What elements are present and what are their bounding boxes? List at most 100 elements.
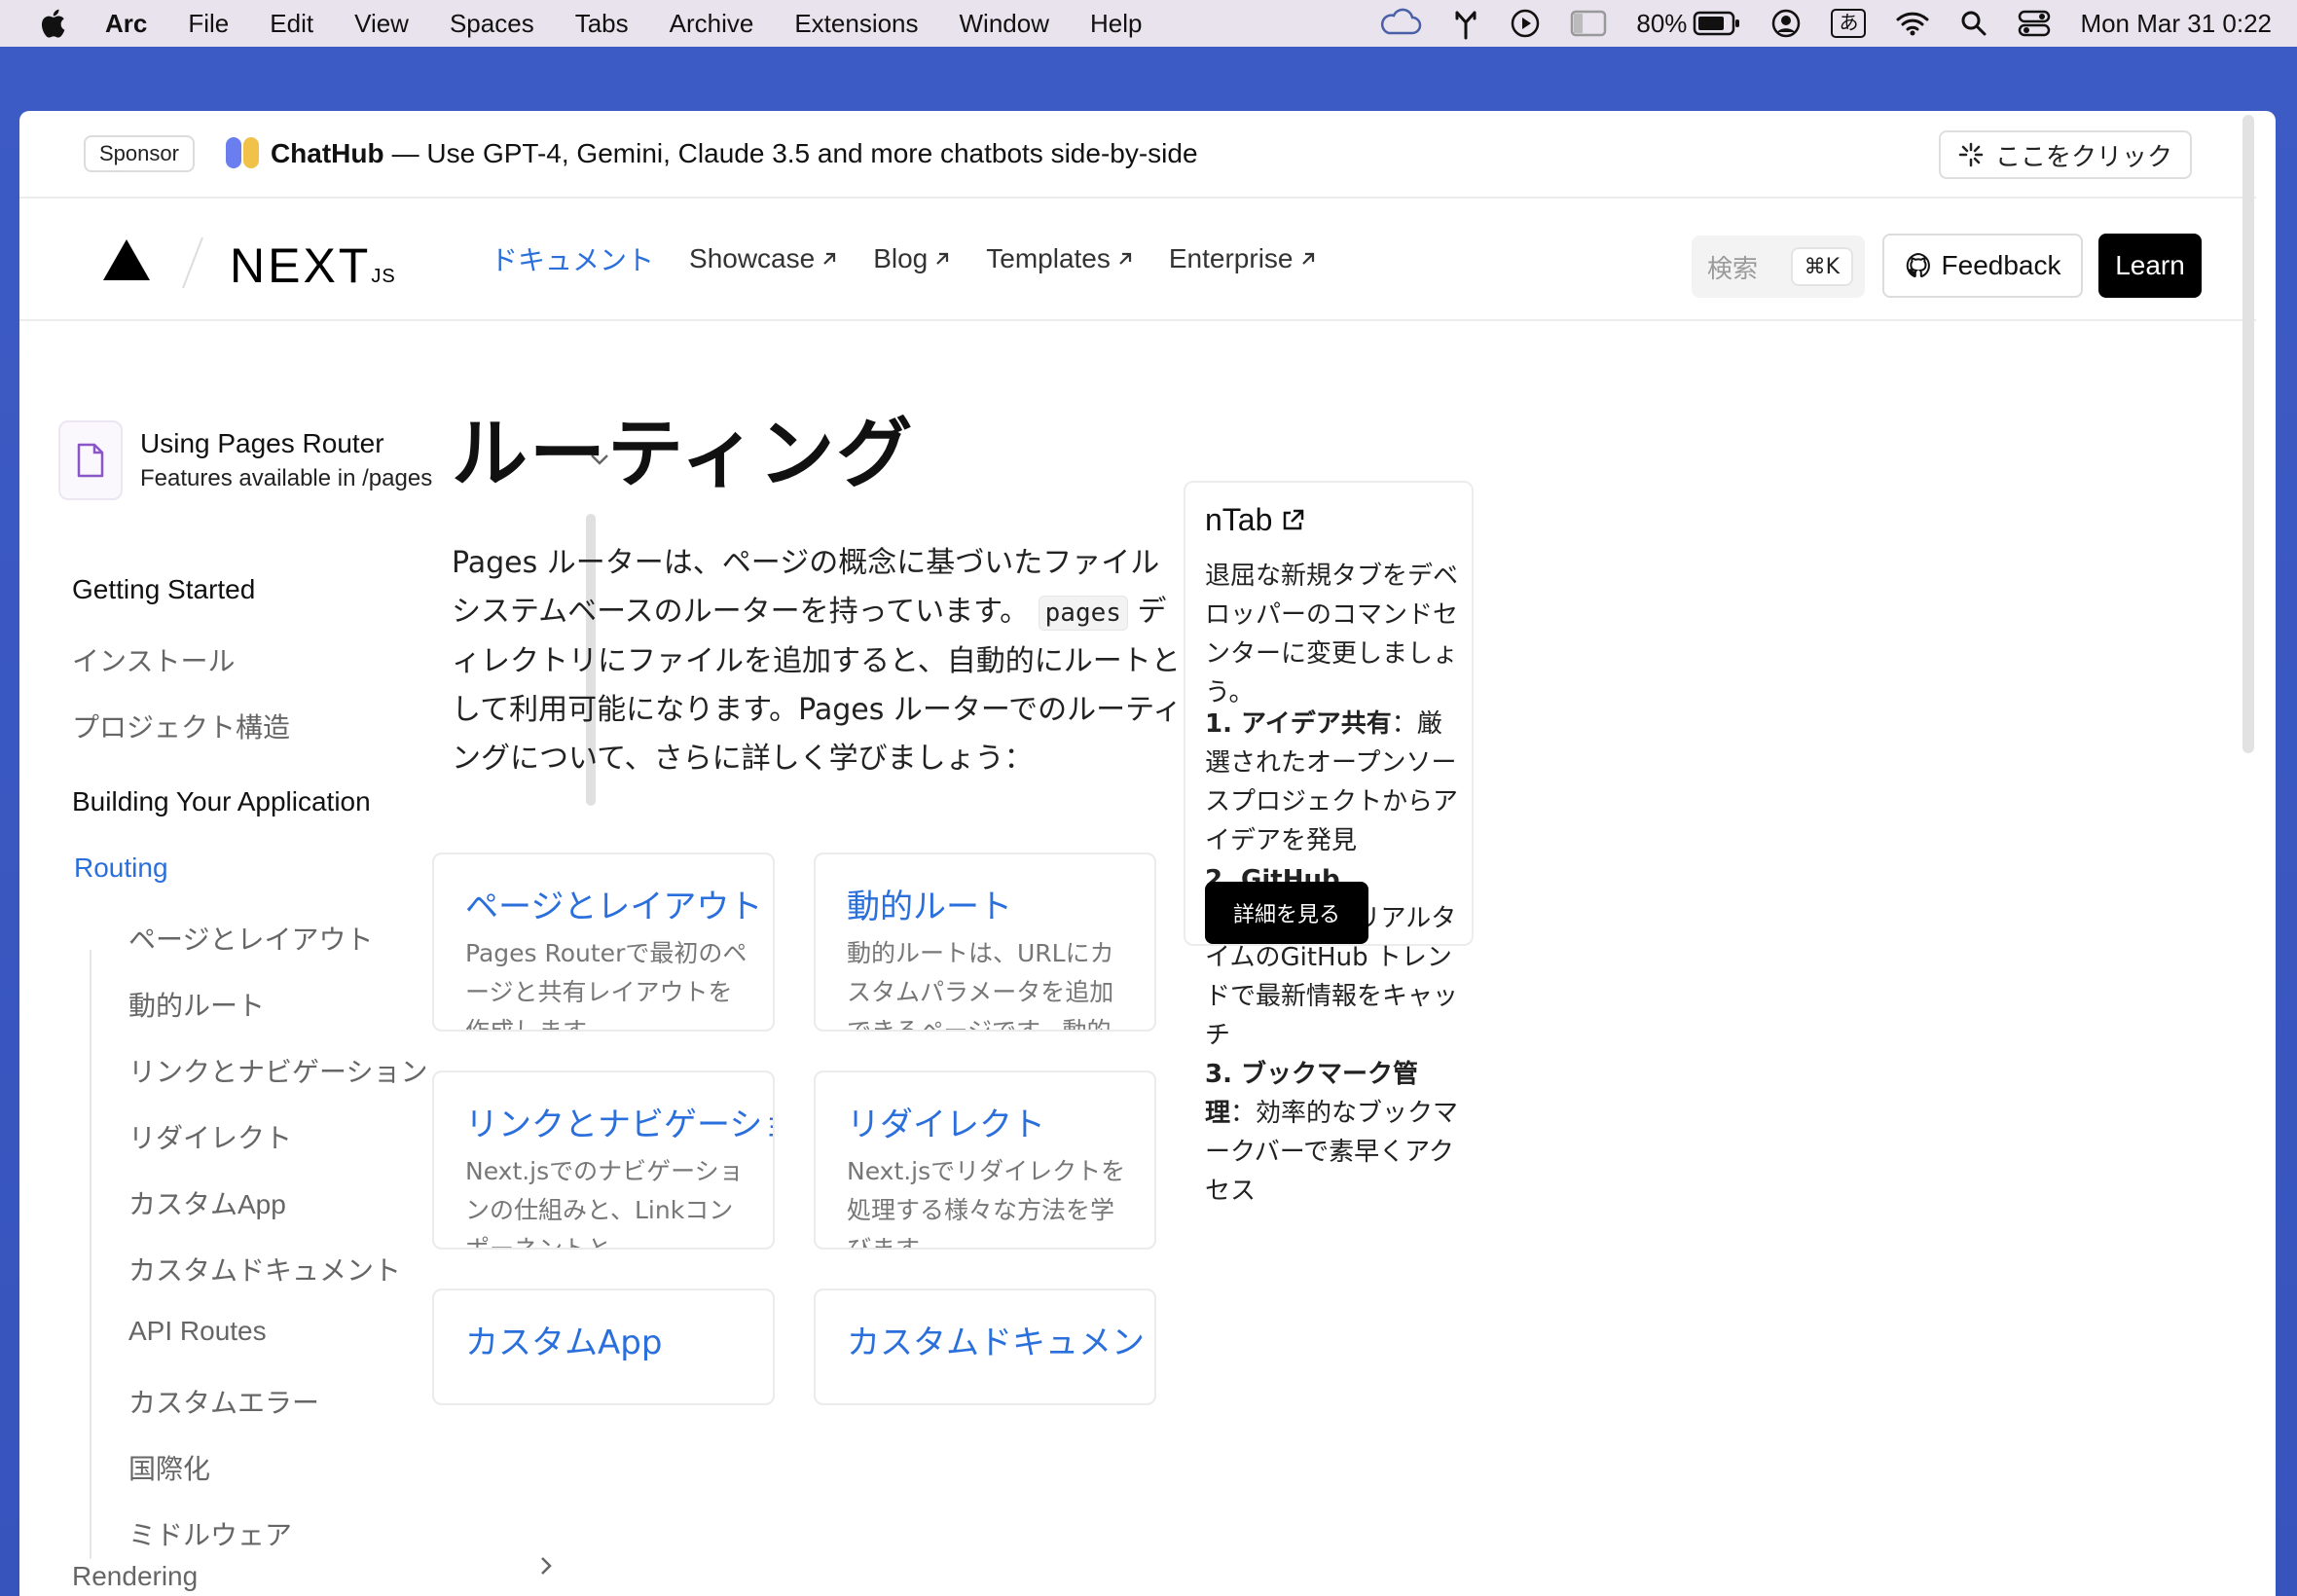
arc-window-frame: Sponsor ChatHub — Use GPT-4, Gemini, Cla…: [0, 47, 2297, 1596]
sidebar-subitem-linking[interactable]: リンクとナビゲーション: [128, 1051, 427, 1090]
nav-showcase-label: Showcase: [689, 243, 816, 273]
card-linking[interactable]: リンクとナビゲーション Next.jsでのナビゲーションの仕組みと、Linkコン…: [432, 1070, 775, 1250]
card-description: Next.jsでのナビゲーションの仕組みと、Linkコンポーネントと`useRo…: [465, 1157, 744, 1250]
search-input[interactable]: 検索 ⌘K: [1692, 236, 1865, 298]
nav-docs[interactable]: ドキュメント: [491, 239, 654, 278]
menu-edit[interactable]: Edit: [270, 9, 313, 39]
card-dynamic-routes[interactable]: 動的ルート 動的ルートは、URLにカスタムパラメータを追加できるページです。動的…: [814, 852, 1156, 1032]
chevron-right-icon[interactable]: [539, 1555, 553, 1577]
external-arrow-icon: [936, 252, 949, 265]
sidebar-subitem-redirects[interactable]: リダイレクト: [128, 1117, 292, 1156]
sidebar-subitem-custom-document[interactable]: カスタムドキュメント: [128, 1250, 401, 1288]
ntab-feature-list: 1. アイデア共有：厳選されたオープンソースプロジェクトからアイデアを発見 2.…: [1205, 705, 1460, 1211]
menu-help[interactable]: Help: [1090, 9, 1142, 39]
sidebar-subitem-api-routes[interactable]: API Routes: [128, 1316, 267, 1347]
nav-enterprise[interactable]: Enterprise: [1169, 239, 1317, 278]
menu-window[interactable]: Window: [960, 9, 1049, 39]
ntab-details-button[interactable]: 詳細を見る: [1205, 882, 1368, 944]
sidebar-section-getting-started[interactable]: Getting Started: [72, 574, 255, 605]
sidebar-item-install[interactable]: インストール: [72, 640, 235, 679]
sidebar-subitem-i18n[interactable]: 国際化: [128, 1448, 210, 1487]
nav-showcase[interactable]: Showcase: [689, 239, 838, 278]
sidebar-section-rendering[interactable]: Rendering: [72, 1561, 198, 1592]
cloud-icon[interactable]: [1379, 8, 1422, 39]
sidebar-section-building[interactable]: Building Your Application: [72, 786, 371, 817]
ntab-ad-title[interactable]: nTab: [1205, 502, 1305, 538]
sidebar-subitem-custom-error[interactable]: カスタムエラー: [128, 1382, 319, 1421]
sidebar-item-routing[interactable]: Routing: [74, 852, 168, 884]
nextjs-logo[interactable]: NEXTJS: [230, 237, 396, 294]
card-custom-app[interactable]: カスタムApp: [432, 1288, 775, 1405]
intro-paragraph: Pages ルーターは、ページの概念に基づいたファイルシステムベースのルーターを…: [452, 539, 1187, 783]
sidebar-toggle-icon[interactable]: [1570, 10, 1607, 37]
menu-arc[interactable]: Arc: [105, 9, 147, 39]
menu-tabs[interactable]: Tabs: [575, 9, 629, 39]
nav-docs-label: ドキュメント: [491, 245, 655, 275]
card-pages-layouts[interactable]: ページとレイアウト Pages Routerで最初のページと共有レイアウトを作成…: [432, 852, 775, 1032]
menu-spaces[interactable]: Spaces: [450, 9, 534, 39]
sidebar-subitem-pages-layouts[interactable]: ページとレイアウト: [128, 919, 373, 958]
sponsor-badge: Sponsor: [84, 135, 195, 172]
card-title: カスタムドキュメント: [847, 1324, 1156, 1362]
chathub-logo-icon: [225, 137, 259, 170]
sponsor-cta-button[interactable]: ここをクリック: [1938, 130, 2192, 179]
menu-file[interactable]: File: [188, 9, 229, 39]
feedback-label: Feedback: [1941, 250, 2061, 280]
sidebar-subitem-middleware[interactable]: ミドルウェア: [128, 1514, 292, 1553]
site-header: NEXTJS ドキュメント Showcase Blog Templates En…: [19, 200, 2256, 321]
menu-view[interactable]: View: [354, 9, 409, 39]
nav-templates-label: Templates: [986, 243, 1111, 273]
page-scrollbar[interactable]: [2242, 115, 2254, 753]
card-title: リンクとナビゲーション: [465, 1106, 773, 1144]
nextjs-logo-js: JS: [371, 266, 396, 287]
input-method-indicator[interactable]: あ: [1831, 9, 1867, 38]
sponsor-name[interactable]: ChatHub: [271, 138, 384, 169]
card-title: ページとレイアウト: [465, 888, 763, 926]
menubar-clock[interactable]: Mon Mar 31 0:22: [2080, 9, 2272, 39]
sponsor-cta-label: ここをクリック: [1994, 142, 2172, 172]
card-custom-document[interactable]: カスタムドキュメント: [814, 1288, 1156, 1405]
sponsor-text[interactable]: — Use GPT-4, Gemini, Claude 3.5 and more…: [392, 138, 1198, 169]
sidebar-subitem-dynamic-routes[interactable]: 動的ルート: [128, 985, 265, 1024]
ntab-ad-panel: nTab 退屈な新規タブをデベロッパーのコマンドセンターに変更しましょう。 1.…: [1184, 481, 1474, 1206]
battery-icon[interactable]: [1693, 10, 1741, 37]
external-link-icon: [1284, 509, 1304, 529]
ntab-details-label: 詳細を見る: [1232, 903, 1340, 927]
feedback-button[interactable]: Feedback: [1882, 234, 2083, 298]
vercel-triangle-logo[interactable]: [103, 239, 150, 280]
fork-icon[interactable]: [1451, 7, 1480, 40]
browser-window: Sponsor ChatHub — Use GPT-4, Gemini, Cla…: [19, 111, 2276, 1596]
main-nav: ドキュメント Showcase Blog Templates Enterpris…: [491, 239, 1352, 278]
card-title: 動的ルート: [847, 888, 1012, 926]
card-description: Next.jsでリダイレクトを処理する様々な方法を学びます。: [847, 1157, 1126, 1250]
card-title: リダイレクト: [847, 1106, 1045, 1144]
apple-menu-icon[interactable]: [37, 6, 72, 41]
nav-blog-label: Blog: [873, 243, 929, 273]
learn-button[interactable]: Learn: [2098, 234, 2202, 298]
sidebar-subitem-custom-app[interactable]: カスタムApp: [128, 1183, 286, 1222]
user-account-icon[interactable]: [1770, 8, 1802, 39]
card-redirects[interactable]: リダイレクト Next.jsでリダイレクトを処理する様々な方法を学びます。: [814, 1070, 1156, 1250]
nav-blog[interactable]: Blog: [873, 239, 951, 278]
nav-templates[interactable]: Templates: [986, 239, 1134, 278]
wifi-icon[interactable]: [1895, 10, 1930, 37]
ntab-ad-description: 退屈な新規タブをデベロッパーのコマンドセンターに変更しましょう。: [1205, 562, 1459, 707]
menu-extensions[interactable]: Extensions: [794, 9, 918, 39]
external-arrow-icon: [823, 252, 836, 265]
input-method-label: あ: [1831, 9, 1867, 38]
page-title: ルーティング: [452, 411, 915, 498]
routing-tree-line: [90, 950, 91, 1559]
menu-archive[interactable]: Archive: [670, 9, 754, 39]
intro-code-pages: pages: [1038, 596, 1128, 631]
ntab-feature-item: 3. ブックマーク管理：効率的なブックマークバーで素早くアクセス: [1205, 1055, 1460, 1211]
battery-percent: 80%: [1636, 8, 1688, 38]
play-icon[interactable]: [1510, 8, 1541, 39]
sidebar-item-project-structure[interactable]: プロジェクト構造: [72, 707, 290, 745]
external-arrow-icon: [1119, 252, 1131, 265]
spotlight-search-icon[interactable]: [1959, 9, 1988, 38]
control-center-icon[interactable]: [2018, 9, 2051, 38]
logo-divider-slash: [182, 236, 203, 289]
card-description: Pages Routerで最初のページと共有レイアウトを作成します。: [465, 939, 747, 1032]
search-placeholder: 検索: [1707, 254, 1759, 284]
search-shortcut-key: ⌘K: [1790, 247, 1853, 286]
